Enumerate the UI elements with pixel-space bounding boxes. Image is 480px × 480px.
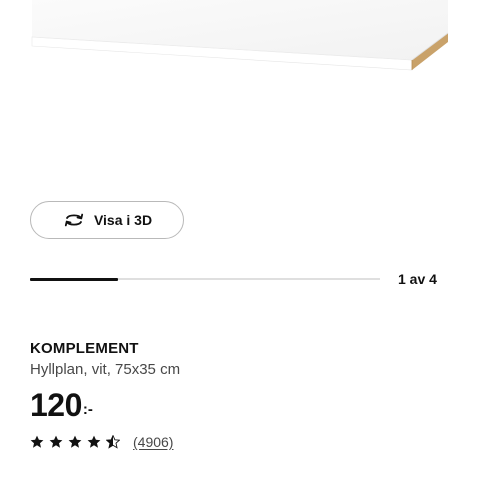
product-rating: (4906) bbox=[30, 434, 173, 450]
image-counter: 1 av 4 bbox=[398, 271, 437, 287]
rating-stars bbox=[30, 435, 120, 449]
view-in-3d-label: Visa i 3D bbox=[93, 212, 153, 228]
carousel-progress-fill bbox=[30, 277, 118, 281]
view-in-3d-button[interactable]: Visa i 3D bbox=[30, 201, 184, 239]
product-description: Hyllplan, vit, 75x35 cm bbox=[30, 361, 181, 378]
star-full-icon bbox=[68, 435, 82, 449]
product-price: 120 :- bbox=[30, 386, 93, 424]
product-page: Visa i 3D 1 av 4 KOMPLEMENT Hyllplan, vi… bbox=[0, 0, 480, 480]
image-carousel-progress[interactable] bbox=[30, 277, 380, 281]
star-half-icon bbox=[106, 435, 120, 449]
review-count-link[interactable]: (4906) bbox=[133, 434, 173, 450]
star-full-icon bbox=[30, 435, 44, 449]
star-full-icon bbox=[49, 435, 63, 449]
rotate-3d-icon bbox=[62, 212, 86, 228]
star-full-icon bbox=[87, 435, 101, 449]
price-suffix: :- bbox=[82, 401, 93, 418]
product-image-shelf[interactable] bbox=[0, 0, 480, 80]
price-integer: 120 bbox=[30, 387, 82, 423]
product-name: KOMPLEMENT bbox=[30, 340, 139, 357]
